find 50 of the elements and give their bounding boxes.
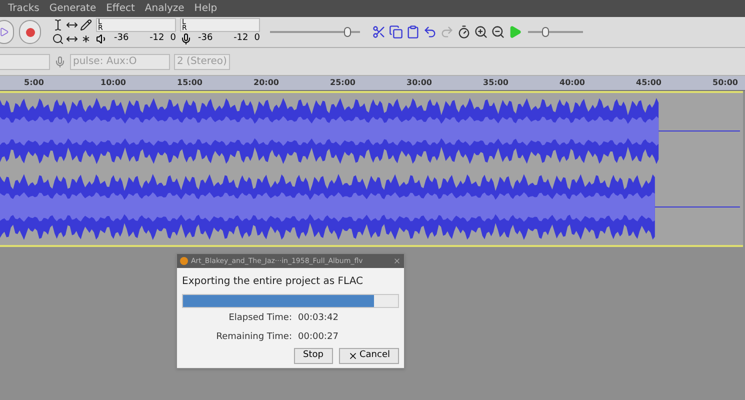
ruler-label: 40:00 — [560, 77, 585, 89]
speaker-icon[interactable] — [96, 33, 108, 45]
zoom-out-icon[interactable] — [491, 25, 505, 39]
cancel-button[interactable]: Cancel — [338, 348, 399, 364]
skip-end-button[interactable] — [0, 20, 14, 44]
meter-scale-label: -12 — [234, 32, 248, 46]
meter-scale-label: -12 — [150, 32, 164, 46]
ruler-label: 45:00 — [636, 77, 662, 89]
meter-scale-label: -36 — [198, 32, 213, 46]
time-label: Elapsed Time: — [228, 312, 292, 325]
export-message: Exporting the entire project as FLAC — [182, 275, 364, 289]
app-icon — [180, 257, 188, 265]
tool-button[interactable] — [79, 18, 92, 32]
record-button[interactable] — [19, 20, 41, 44]
menu-item[interactable]: Effect — [106, 1, 135, 16]
close-icon — [348, 351, 358, 361]
tool-icon — [80, 19, 92, 31]
time-label: Remaining Time: — [215, 330, 292, 344]
menu-item[interactable]: Help — [194, 1, 218, 16]
menu-item[interactable]: Tracks — [8, 1, 40, 16]
stop-button[interactable]: Stop — [294, 348, 332, 364]
ruler-label: 5:00 — [24, 77, 44, 89]
time-value: 00:00:27 — [298, 330, 338, 344]
tool-button[interactable] — [51, 32, 64, 46]
microphone-icon — [54, 56, 66, 68]
ruler-label: 30:00 — [406, 77, 432, 89]
tool-icon — [52, 33, 64, 45]
edit-icon[interactable] — [389, 25, 403, 39]
edit-icon[interactable] — [372, 25, 386, 39]
ruler-label: 25:00 — [330, 77, 356, 89]
menu-item[interactable]: Generate — [49, 1, 96, 16]
ruler-label: 10:00 — [100, 77, 126, 89]
meter-scale-label: -36 — [114, 32, 129, 46]
ruler-label: 15:00 — [177, 77, 202, 89]
edit-icon[interactable] — [406, 25, 420, 39]
timer-icon[interactable] — [457, 25, 471, 39]
close-icon[interactable] — [393, 257, 401, 265]
meter-scale-label: 0 — [170, 32, 176, 46]
time-value: 00:03:42 — [298, 312, 338, 325]
record-icon — [26, 28, 34, 36]
ruler-label: 20:00 — [254, 77, 279, 89]
ruler-label: 35:00 — [483, 77, 508, 89]
volume-slider-thumb[interactable] — [344, 27, 350, 37]
meter-scale-label: 0 — [254, 32, 260, 46]
zoom-in-icon[interactable] — [474, 25, 488, 39]
menu-item[interactable]: Analyze — [144, 1, 184, 16]
undo-icon[interactable] — [423, 25, 437, 39]
speed-slider-thumb[interactable] — [542, 27, 548, 37]
microphone-icon[interactable] — [180, 33, 192, 45]
ruler-label: 50:00 — [712, 77, 738, 89]
